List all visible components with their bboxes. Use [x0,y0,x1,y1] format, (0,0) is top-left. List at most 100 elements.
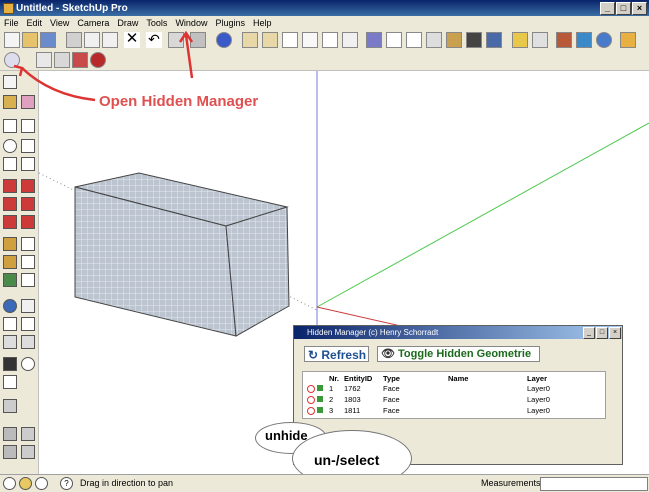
left-view-icon[interactable] [342,32,358,48]
group-icon[interactable] [3,427,17,441]
unhide-icon[interactable] [307,407,315,415]
unhide-icon[interactable] [307,396,315,404]
menu-window[interactable]: Window [171,18,211,28]
zoom-extents-icon[interactable] [21,335,35,349]
credits-icon[interactable] [19,477,32,490]
rotate-icon[interactable] [3,197,17,211]
get-models-icon[interactable] [576,32,592,48]
stop-icon[interactable] [90,52,106,68]
zoom-window-icon[interactable] [21,317,35,331]
cut-icon[interactable] [66,32,82,48]
back-view-icon[interactable] [322,32,338,48]
arc-icon[interactable] [21,139,35,153]
orbit-icon[interactable] [3,299,17,313]
protractor-icon[interactable] [3,255,17,269]
pin-icon[interactable] [72,52,88,68]
unhide-icon[interactable] [307,385,315,393]
top-view-icon[interactable] [262,32,278,48]
monochrome-icon[interactable] [466,32,482,48]
front-view-icon[interactable] [282,32,298,48]
outliner-icon[interactable] [21,445,35,459]
user-icon[interactable] [35,477,48,490]
offset-icon[interactable] [21,215,35,229]
wireframe-icon[interactable] [386,32,402,48]
xray-icon[interactable] [366,32,382,48]
menu-draw[interactable]: Draw [113,18,142,28]
erase-icon[interactable]: ✕ [124,31,140,48]
footprint-icon[interactable] [3,357,17,371]
follow-me-icon[interactable] [21,197,35,211]
model-info-icon[interactable] [216,32,232,48]
share-model-icon[interactable] [596,32,612,48]
open-folder-icon[interactable] [22,32,38,48]
previous-view-icon[interactable] [3,335,17,349]
menu-view[interactable]: View [46,18,73,28]
geo-location-icon[interactable] [3,477,16,490]
refresh-button[interactable]: ↻ Refresh [304,346,369,362]
print-icon[interactable] [190,32,206,48]
iso-view-icon[interactable] [242,32,258,48]
redo-icon[interactable] [168,32,184,48]
help-icon[interactable]: ? [60,477,73,490]
component-icon[interactable] [21,427,35,441]
back-edges-icon[interactable] [486,32,502,48]
hm-minimize-button[interactable]: _ [583,327,595,339]
materials-icon[interactable] [532,32,548,48]
pan-icon[interactable] [21,299,35,313]
hm-close-button[interactable]: × [609,327,621,339]
hidden-line-icon[interactable] [406,32,422,48]
save-icon[interactable] [40,32,56,48]
menu-camera[interactable]: Camera [73,18,113,28]
freehand-icon[interactable] [21,157,35,171]
paint-bucket-icon[interactable] [556,32,572,48]
grid-icon[interactable] [54,52,70,68]
hidden-manager-icon[interactable] [4,52,20,68]
menu-help[interactable]: Help [249,18,276,28]
section-plane-icon[interactable] [3,399,17,413]
select-toggle-icon[interactable] [317,396,323,402]
select-icon[interactable] [3,75,17,89]
hm-maximize-button[interactable]: □ [596,327,608,339]
new-file-icon[interactable] [4,32,20,48]
rectangle-icon[interactable] [3,119,17,133]
sandbox-icon[interactable] [620,32,636,48]
push-pull-icon[interactable] [21,179,35,193]
close-button[interactable]: × [632,2,647,15]
shaded-icon[interactable] [426,32,442,48]
menu-tools[interactable]: Tools [142,18,171,28]
copy-icon[interactable] [84,32,100,48]
move-icon[interactable] [3,179,17,193]
shaded-textures-icon[interactable] [446,32,462,48]
select-toggle-icon[interactable] [317,385,323,391]
components-icon[interactable] [512,32,528,48]
look-around-icon[interactable] [21,357,35,371]
undo-icon[interactable]: ↶ [146,32,162,48]
zoom-icon[interactable] [3,317,17,331]
table-cell: Face [383,395,400,404]
layers-icon[interactable] [3,445,17,459]
toggle-hidden-button[interactable]: 👁 Toggle Hidden Geometrie [377,346,540,362]
right-view-icon[interactable] [302,32,318,48]
paste-icon[interactable] [102,32,118,48]
scale-icon[interactable] [3,215,17,229]
line-icon[interactable] [21,119,35,133]
menu-plugins[interactable]: Plugins [211,18,249,28]
maximize-button[interactable]: □ [616,2,631,15]
menu-file[interactable]: File [0,18,23,28]
text-icon[interactable] [21,255,35,269]
minimize-button[interactable]: _ [600,2,615,15]
axes-icon[interactable] [3,273,17,287]
tape-measure-icon[interactable] [3,237,17,251]
circle-icon[interactable] [3,139,17,153]
polygon-icon[interactable] [3,157,17,171]
3d-text-icon[interactable] [21,273,35,287]
menu-edit[interactable]: Edit [23,18,47,28]
measurements-input[interactable] [540,477,648,491]
position-camera-icon[interactable] [3,375,17,389]
box-side-face[interactable] [225,206,290,337]
dimension-icon[interactable] [21,237,35,251]
paint-icon[interactable] [3,95,17,109]
eraser-icon[interactable] [21,95,35,109]
select-toggle-icon[interactable] [317,407,323,413]
scissors-icon[interactable] [36,52,52,68]
